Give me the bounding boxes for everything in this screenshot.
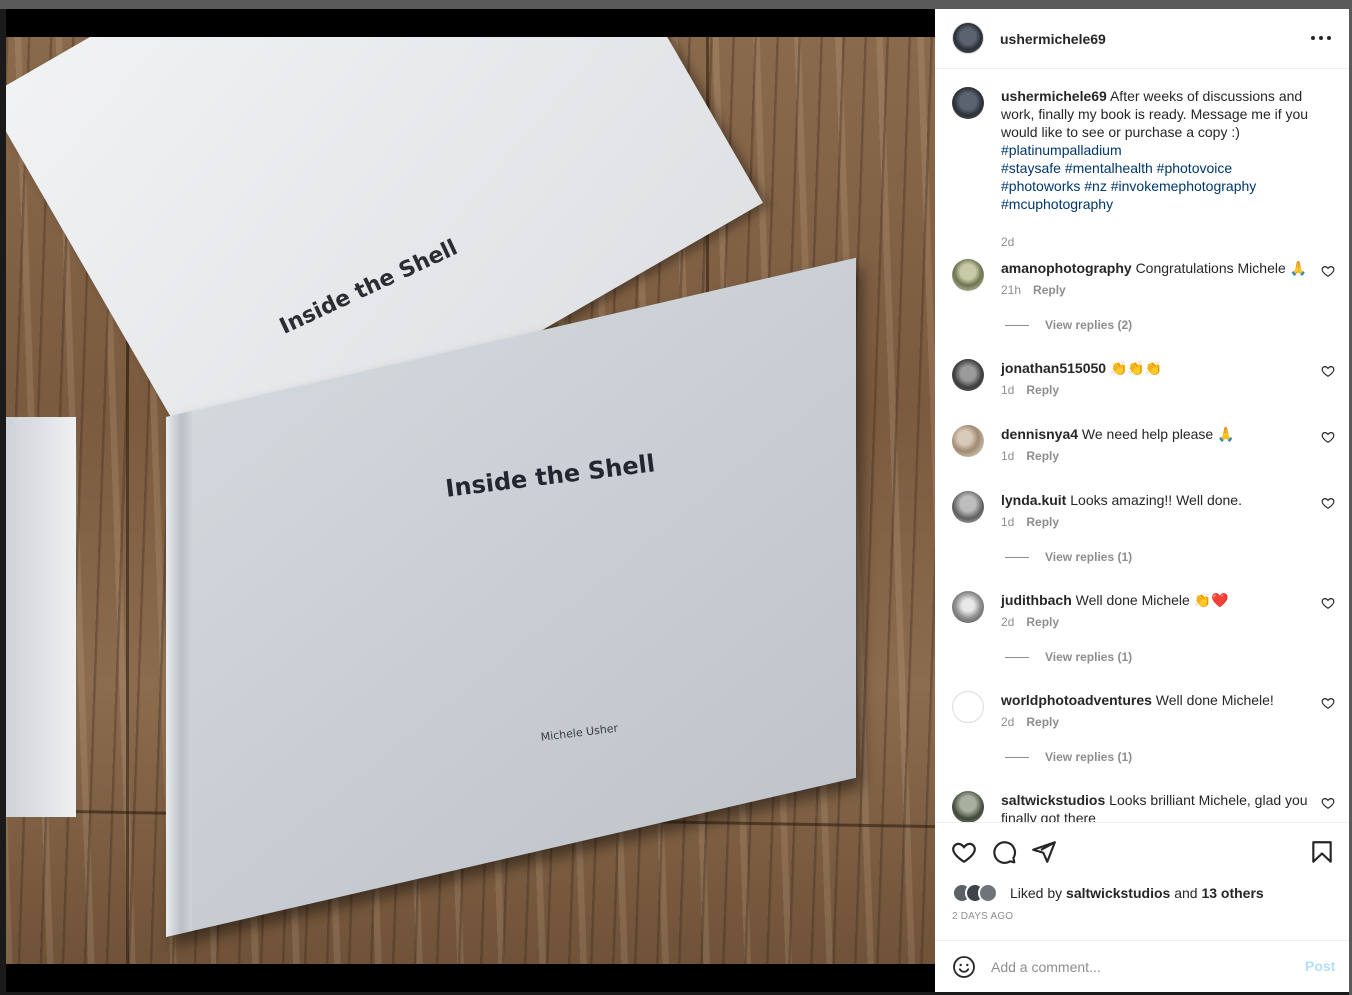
hashtag-line[interactable]: #staysafe #mentalhealth #photovoice [1001, 160, 1232, 176]
comment-text: lynda.kuit Looks amazing!! Well done. [1001, 491, 1321, 509]
heart-icon[interactable] [1321, 696, 1335, 710]
comment-meta: 1d Reply [1001, 449, 1059, 463]
front-book-spine [166, 410, 192, 937]
comment-body: We need help please 🙏 [1081, 426, 1235, 442]
instagram-post-modal: Inside the Shell Inside the Shell Michel… [0, 0, 1352, 995]
comment-age: 21h [1001, 283, 1022, 297]
comment-text: amanophotography Congratulations Michele… [1001, 259, 1321, 277]
heart-icon[interactable] [1321, 364, 1335, 378]
liked-by-prefix: Liked by [1010, 885, 1063, 901]
comment-text: jonathan515050 👏👏👏 [1001, 359, 1321, 377]
reply-button[interactable]: Reply [1026, 615, 1059, 629]
hashtag-line[interactable]: #platinumpalladium [1001, 142, 1122, 158]
view-replies-label[interactable]: View replies (1) [1045, 650, 1132, 664]
letterbox-bottom [6, 964, 935, 992]
post-photo[interactable]: Inside the Shell [6, 37, 935, 964]
caption-username[interactable]: ushermichele69 [1001, 88, 1107, 104]
comments-list[interactable]: ushermichele69 After weeks of discussion… [935, 70, 1349, 822]
reply-button[interactable]: Reply [1026, 515, 1059, 529]
commenter-avatar[interactable] [952, 791, 984, 822]
comment-username[interactable]: judithbach [1001, 592, 1072, 608]
likes-text[interactable]: Liked by saltwickstudios and 13 others [1010, 885, 1264, 901]
comment-body: Well done Michele 👏❤️ [1075, 592, 1229, 608]
comment-username[interactable]: lynda.kuit [1001, 492, 1066, 508]
commenter-avatar[interactable] [952, 491, 984, 523]
hashtag-line[interactable]: #mcuphotography [1001, 196, 1113, 212]
caption-age: 2d [1001, 235, 1015, 249]
comment-age: 1d [1001, 383, 1015, 397]
comment-input[interactable] [991, 955, 1291, 979]
comment-icon[interactable] [991, 839, 1017, 865]
post-comment-button[interactable]: Post [1305, 958, 1335, 974]
comment-username[interactable]: dennisnya4 [1001, 426, 1078, 442]
emoji-icon[interactable] [952, 955, 976, 979]
commenter-avatar[interactable] [952, 259, 984, 291]
post-header: ushermichele69 [935, 9, 1349, 69]
view-replies-button[interactable]: View replies (1) [1005, 750, 1132, 764]
send-icon[interactable] [1031, 839, 1057, 865]
comment-body: Congratulations Michele 🙏 [1135, 260, 1308, 276]
comment-age: 2d [1001, 615, 1015, 629]
liked-by-and: and [1174, 885, 1198, 901]
heart-icon[interactable] [951, 839, 977, 865]
author-username[interactable]: ushermichele69 [1000, 31, 1106, 47]
comment-age: 1d [1001, 449, 1015, 463]
view-replies-button[interactable]: View replies (1) [1005, 650, 1132, 664]
post-side-panel: ushermichele69 ushermichele69 After week… [935, 9, 1349, 992]
more-horizontal-icon[interactable] [1311, 35, 1331, 41]
commenter-avatar[interactable] [952, 359, 984, 391]
comment-age: 1d [1001, 515, 1015, 529]
heart-icon[interactable] [1321, 596, 1335, 610]
comment-meta: 2d Reply [1001, 715, 1059, 729]
heart-icon[interactable] [1321, 430, 1335, 444]
comment-username[interactable]: saltwickstudios [1001, 792, 1105, 808]
comment-username[interactable]: jonathan515050 [1001, 360, 1106, 376]
post-timestamp[interactable]: 2 DAYS AGO [952, 911, 1013, 922]
comment-text: judithbach Well done Michele 👏❤️ [1001, 591, 1321, 609]
liked-by-others[interactable]: 13 others [1201, 885, 1263, 901]
comment-meta: 21h Reply [1001, 283, 1066, 297]
back-book-edge [6, 417, 76, 817]
author-avatar[interactable] [952, 22, 984, 54]
reply-button[interactable]: Reply [1026, 449, 1059, 463]
view-replies-button[interactable]: View replies (2) [1005, 318, 1132, 332]
comment-text: dennisnya4 We need help please 🙏 [1001, 425, 1321, 443]
comment-age: 2d [1001, 715, 1015, 729]
view-replies-label[interactable]: View replies (2) [1045, 318, 1132, 332]
comment-meta: 1d Reply [1001, 383, 1059, 397]
letterbox-top [6, 9, 935, 37]
comment-username[interactable]: worldphotoadventures [1001, 692, 1152, 708]
reply-button[interactable]: Reply [1033, 283, 1066, 297]
caption-text: ushermichele69 After weeks of discussion… [1001, 87, 1321, 213]
comment-body: Well done Michele! [1155, 692, 1274, 708]
hashtag-line[interactable]: #photoworks #nz #invokemephotography [1001, 178, 1256, 194]
view-replies-label[interactable]: View replies (1) [1045, 550, 1132, 564]
comment-body: 👏👏👏 [1109, 360, 1163, 376]
author-avatar[interactable] [952, 87, 984, 119]
reply-button[interactable]: Reply [1026, 383, 1059, 397]
comment-meta: 2d Reply [1001, 615, 1059, 629]
view-replies-button[interactable]: View replies (1) [1005, 550, 1132, 564]
liked-by-user[interactable]: saltwickstudios [1066, 885, 1170, 901]
view-replies-label[interactable]: View replies (1) [1045, 750, 1132, 764]
reply-button[interactable]: Reply [1026, 715, 1059, 729]
comment-meta: 1d Reply [1001, 515, 1059, 529]
post-media[interactable]: Inside the Shell Inside the Shell Michel… [6, 9, 935, 992]
commenter-avatar[interactable] [952, 425, 984, 457]
commenter-avatar[interactable] [952, 691, 984, 723]
add-comment-bar: Post [935, 940, 1349, 993]
comment-text: worldphotoadventures Well done Michele! [1001, 691, 1321, 709]
post-actions: Liked by saltwickstudios and 13 others 2… [935, 822, 1349, 992]
background-strip [0, 0, 1352, 9]
bookmark-icon[interactable] [1309, 839, 1335, 865]
comment-text: saltwickstudios Looks brilliant Michele,… [1001, 791, 1321, 822]
heart-icon[interactable] [1321, 496, 1335, 510]
likes-summary: Liked by saltwickstudios and 13 others [952, 881, 1332, 905]
heart-icon[interactable] [1321, 796, 1335, 810]
comment-username[interactable]: amanophotography [1001, 260, 1132, 276]
comment-body: Looks amazing!! Well done. [1070, 492, 1242, 508]
heart-icon[interactable] [1321, 264, 1335, 278]
commenter-avatar[interactable] [952, 591, 984, 623]
liker-avatar [978, 883, 998, 903]
